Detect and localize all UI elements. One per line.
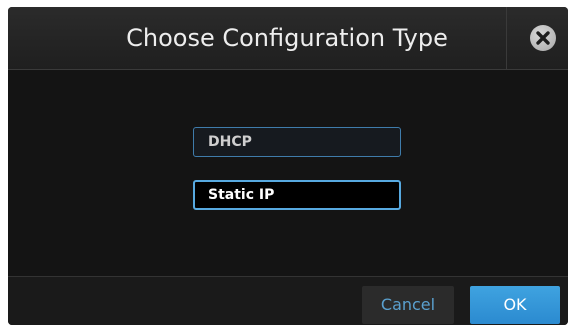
configuration-dialog: Choose Configuration Type DHCP Static IP… [8,7,568,325]
dialog-header: Choose Configuration Type [8,7,568,70]
cancel-button[interactable]: Cancel [362,286,454,324]
option-dhcp[interactable]: DHCP [193,127,401,157]
close-button[interactable] [530,25,556,51]
dialog-title: Choose Configuration Type [126,24,448,52]
ok-button[interactable]: OK [470,286,560,324]
option-static-ip[interactable]: Static IP [193,180,401,210]
dialog-body: DHCP Static IP [8,70,568,277]
dialog-footer: Cancel OK [8,277,568,325]
close-area [506,7,568,69]
close-icon [536,31,550,45]
